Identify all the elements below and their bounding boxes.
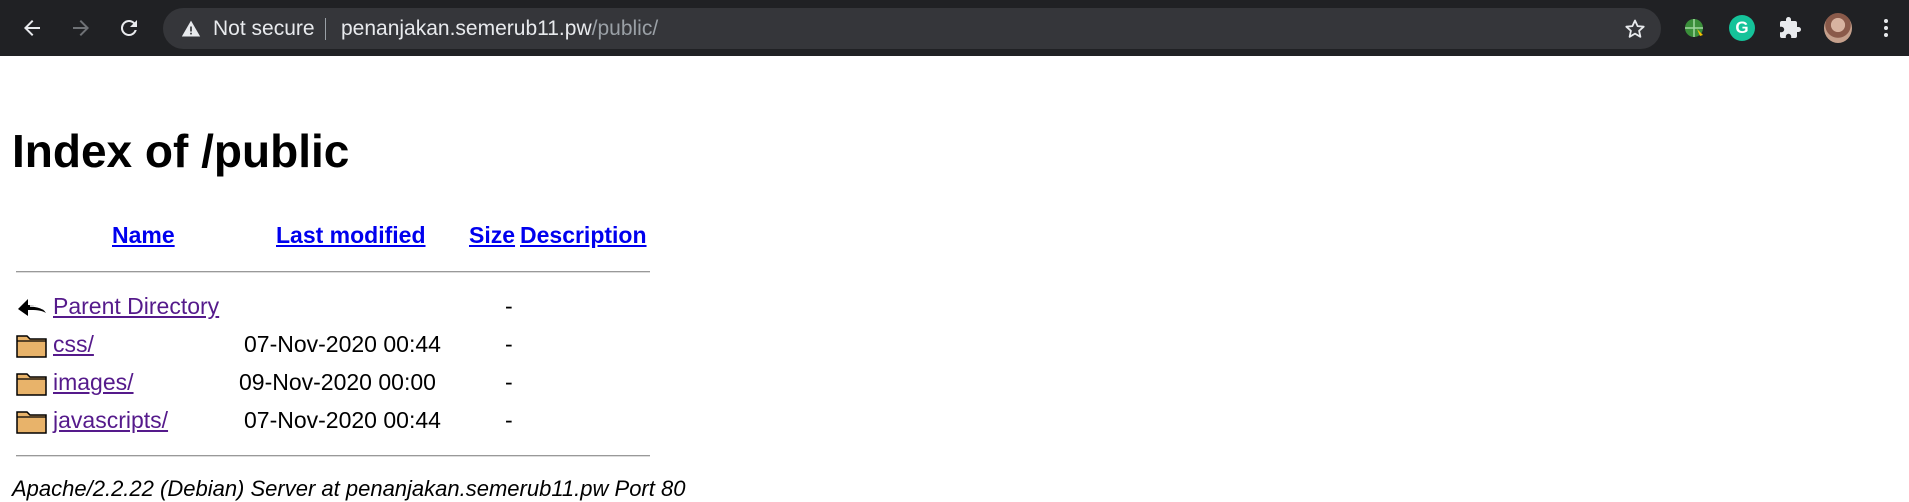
- extension-grammarly[interactable]: G: [1728, 14, 1756, 42]
- file-link-images[interactable]: images/: [53, 369, 134, 396]
- globe-extension-icon: [1685, 19, 1703, 37]
- file-link-javascripts[interactable]: javascripts/: [53, 407, 168, 434]
- row-size: -: [505, 331, 513, 357]
- column-header-name[interactable]: Name: [112, 222, 175, 249]
- bookmark-star-icon[interactable]: [1623, 17, 1647, 41]
- divider-bottom: [16, 455, 650, 456]
- omnibox-divider: [325, 18, 326, 40]
- url-host: penanjakan.semerub11.pw: [341, 17, 592, 40]
- back-arrow-icon: [18, 299, 46, 316]
- warning-icon: [181, 20, 201, 37]
- address-bar[interactable]: Not secure penanjakan.semerub11.pw/publi…: [163, 8, 1661, 49]
- extensions-button[interactable]: [1776, 14, 1804, 42]
- avatar: [1824, 13, 1852, 43]
- reload-icon: [120, 19, 137, 36]
- file-link-css[interactable]: css/: [53, 331, 94, 358]
- column-header-last-modified[interactable]: Last modified: [276, 222, 426, 249]
- row-size: -: [505, 407, 513, 433]
- table-row: javascripts/ 07-Nov-2020 00:44 -: [16, 405, 716, 437]
- row-modified: 07-Nov-2020 00:44: [244, 407, 441, 433]
- row-size: -: [505, 369, 513, 395]
- profile-button[interactable]: [1824, 13, 1852, 43]
- row-modified: 09-Nov-2020 00:00: [239, 369, 436, 395]
- file-link-parent-directory[interactable]: Parent Directory: [53, 293, 219, 320]
- table-row: css/ 07-Nov-2020 00:44 -: [16, 329, 716, 361]
- extension-download-manager[interactable]: [1680, 14, 1708, 42]
- reload-button[interactable]: [115, 14, 143, 42]
- menu-button[interactable]: [1872, 14, 1900, 42]
- more-vert-icon: [1884, 19, 1888, 37]
- server-signature: Apache/2.2.22 (Debian) Server at penanja…: [12, 476, 686, 501]
- url-text[interactable]: penanjakan.semerub11.pw/public/: [341, 17, 658, 41]
- puzzle-piece-icon: [1780, 17, 1801, 38]
- url-path: /public/: [591, 17, 659, 40]
- column-header-description[interactable]: Description: [520, 222, 647, 249]
- table-row: Parent Directory -: [16, 291, 716, 323]
- divider-top: [16, 271, 650, 272]
- folder-icon: [16, 411, 47, 434]
- folder-icon: [16, 373, 47, 396]
- forward-button[interactable]: [67, 14, 95, 42]
- column-header-size[interactable]: Size: [469, 222, 515, 249]
- row-size: -: [505, 293, 513, 319]
- forward-arrow-icon: [73, 20, 89, 36]
- security-label[interactable]: Not secure: [213, 17, 315, 41]
- back-arrow-icon: [24, 20, 40, 36]
- grammarly-icon: G: [1729, 15, 1755, 41]
- row-modified: 07-Nov-2020 00:44: [244, 331, 441, 357]
- back-button[interactable]: [18, 14, 46, 42]
- table-row: images/ 09-Nov-2020 00:00 -: [16, 367, 716, 399]
- browser-toolbar: Not secure penanjakan.semerub11.pw/publi…: [0, 0, 1909, 56]
- page-title: Index of /public: [12, 125, 350, 177]
- folder-icon: [16, 335, 47, 358]
